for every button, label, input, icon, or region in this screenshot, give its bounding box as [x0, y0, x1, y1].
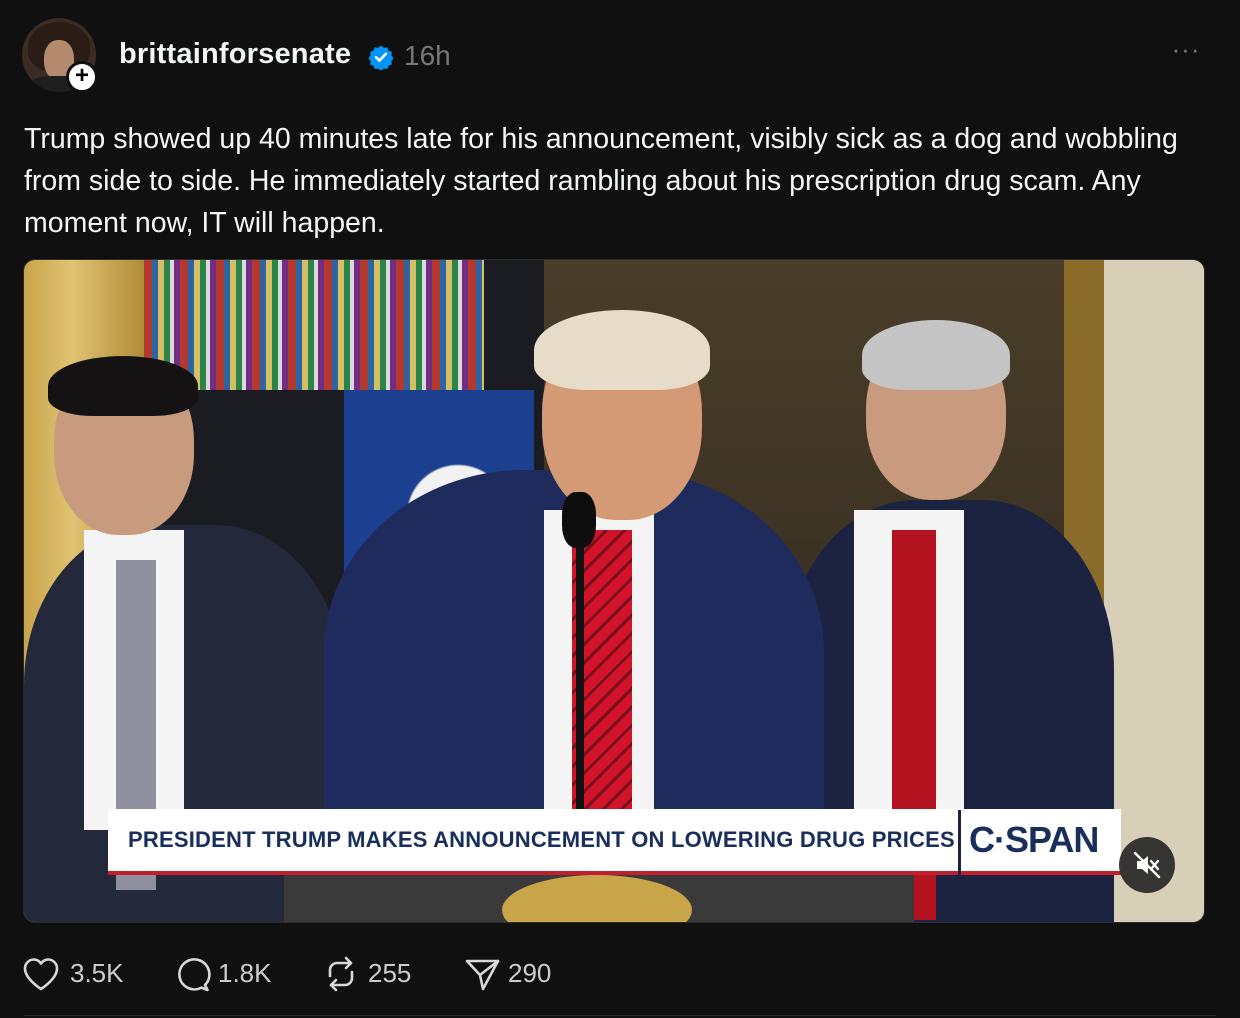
timestamp: 16h: [404, 40, 451, 71]
like-button[interactable]: 3.5K: [22, 952, 132, 996]
speaker-muted-icon: [1133, 851, 1161, 879]
repost-count: 255: [368, 958, 412, 988]
more-options-button[interactable]: ···: [1166, 36, 1206, 70]
post-video[interactable]: PRESIDENT TRUMP MAKES ANNOUNCEMENT ON LO…: [23, 259, 1205, 923]
send-icon: [465, 959, 500, 991]
username[interactable]: brittainforsenate: [119, 38, 351, 71]
network-logo: C·SPAN: [961, 809, 1121, 875]
news-chyron: PRESIDENT TRUMP MAKES ANNOUNCEMENT ON LO…: [108, 809, 958, 875]
share-button[interactable]: 290: [464, 952, 574, 996]
post-divider: [24, 1015, 1216, 1016]
chyron-text: PRESIDENT TRUMP MAKES ANNOUNCEMENT ON LO…: [128, 827, 955, 852]
network-logo-text: C·SPAN: [969, 819, 1099, 860]
comment-icon: [178, 958, 211, 992]
comment-count: 1.8K: [218, 958, 272, 988]
post-caption: Trump showed up 40 minutes late for his …: [24, 123, 1178, 239]
repost-button[interactable]: 255: [322, 952, 432, 996]
heart-icon: [23, 958, 59, 991]
microphone: [562, 492, 596, 548]
comment-button[interactable]: 1.8K: [174, 952, 284, 996]
like-count: 3.5K: [70, 958, 124, 988]
verified-badge-icon: [368, 45, 394, 70]
mute-toggle-button[interactable]: [1119, 837, 1175, 893]
flag-streamers: [144, 260, 484, 390]
threads-post: + brittainforsenate 16h ··· Trump showed…: [0, 0, 1240, 1018]
share-count: 290: [508, 958, 552, 988]
repost-icon: [328, 956, 354, 992]
follow-button[interactable]: +: [66, 61, 98, 93]
